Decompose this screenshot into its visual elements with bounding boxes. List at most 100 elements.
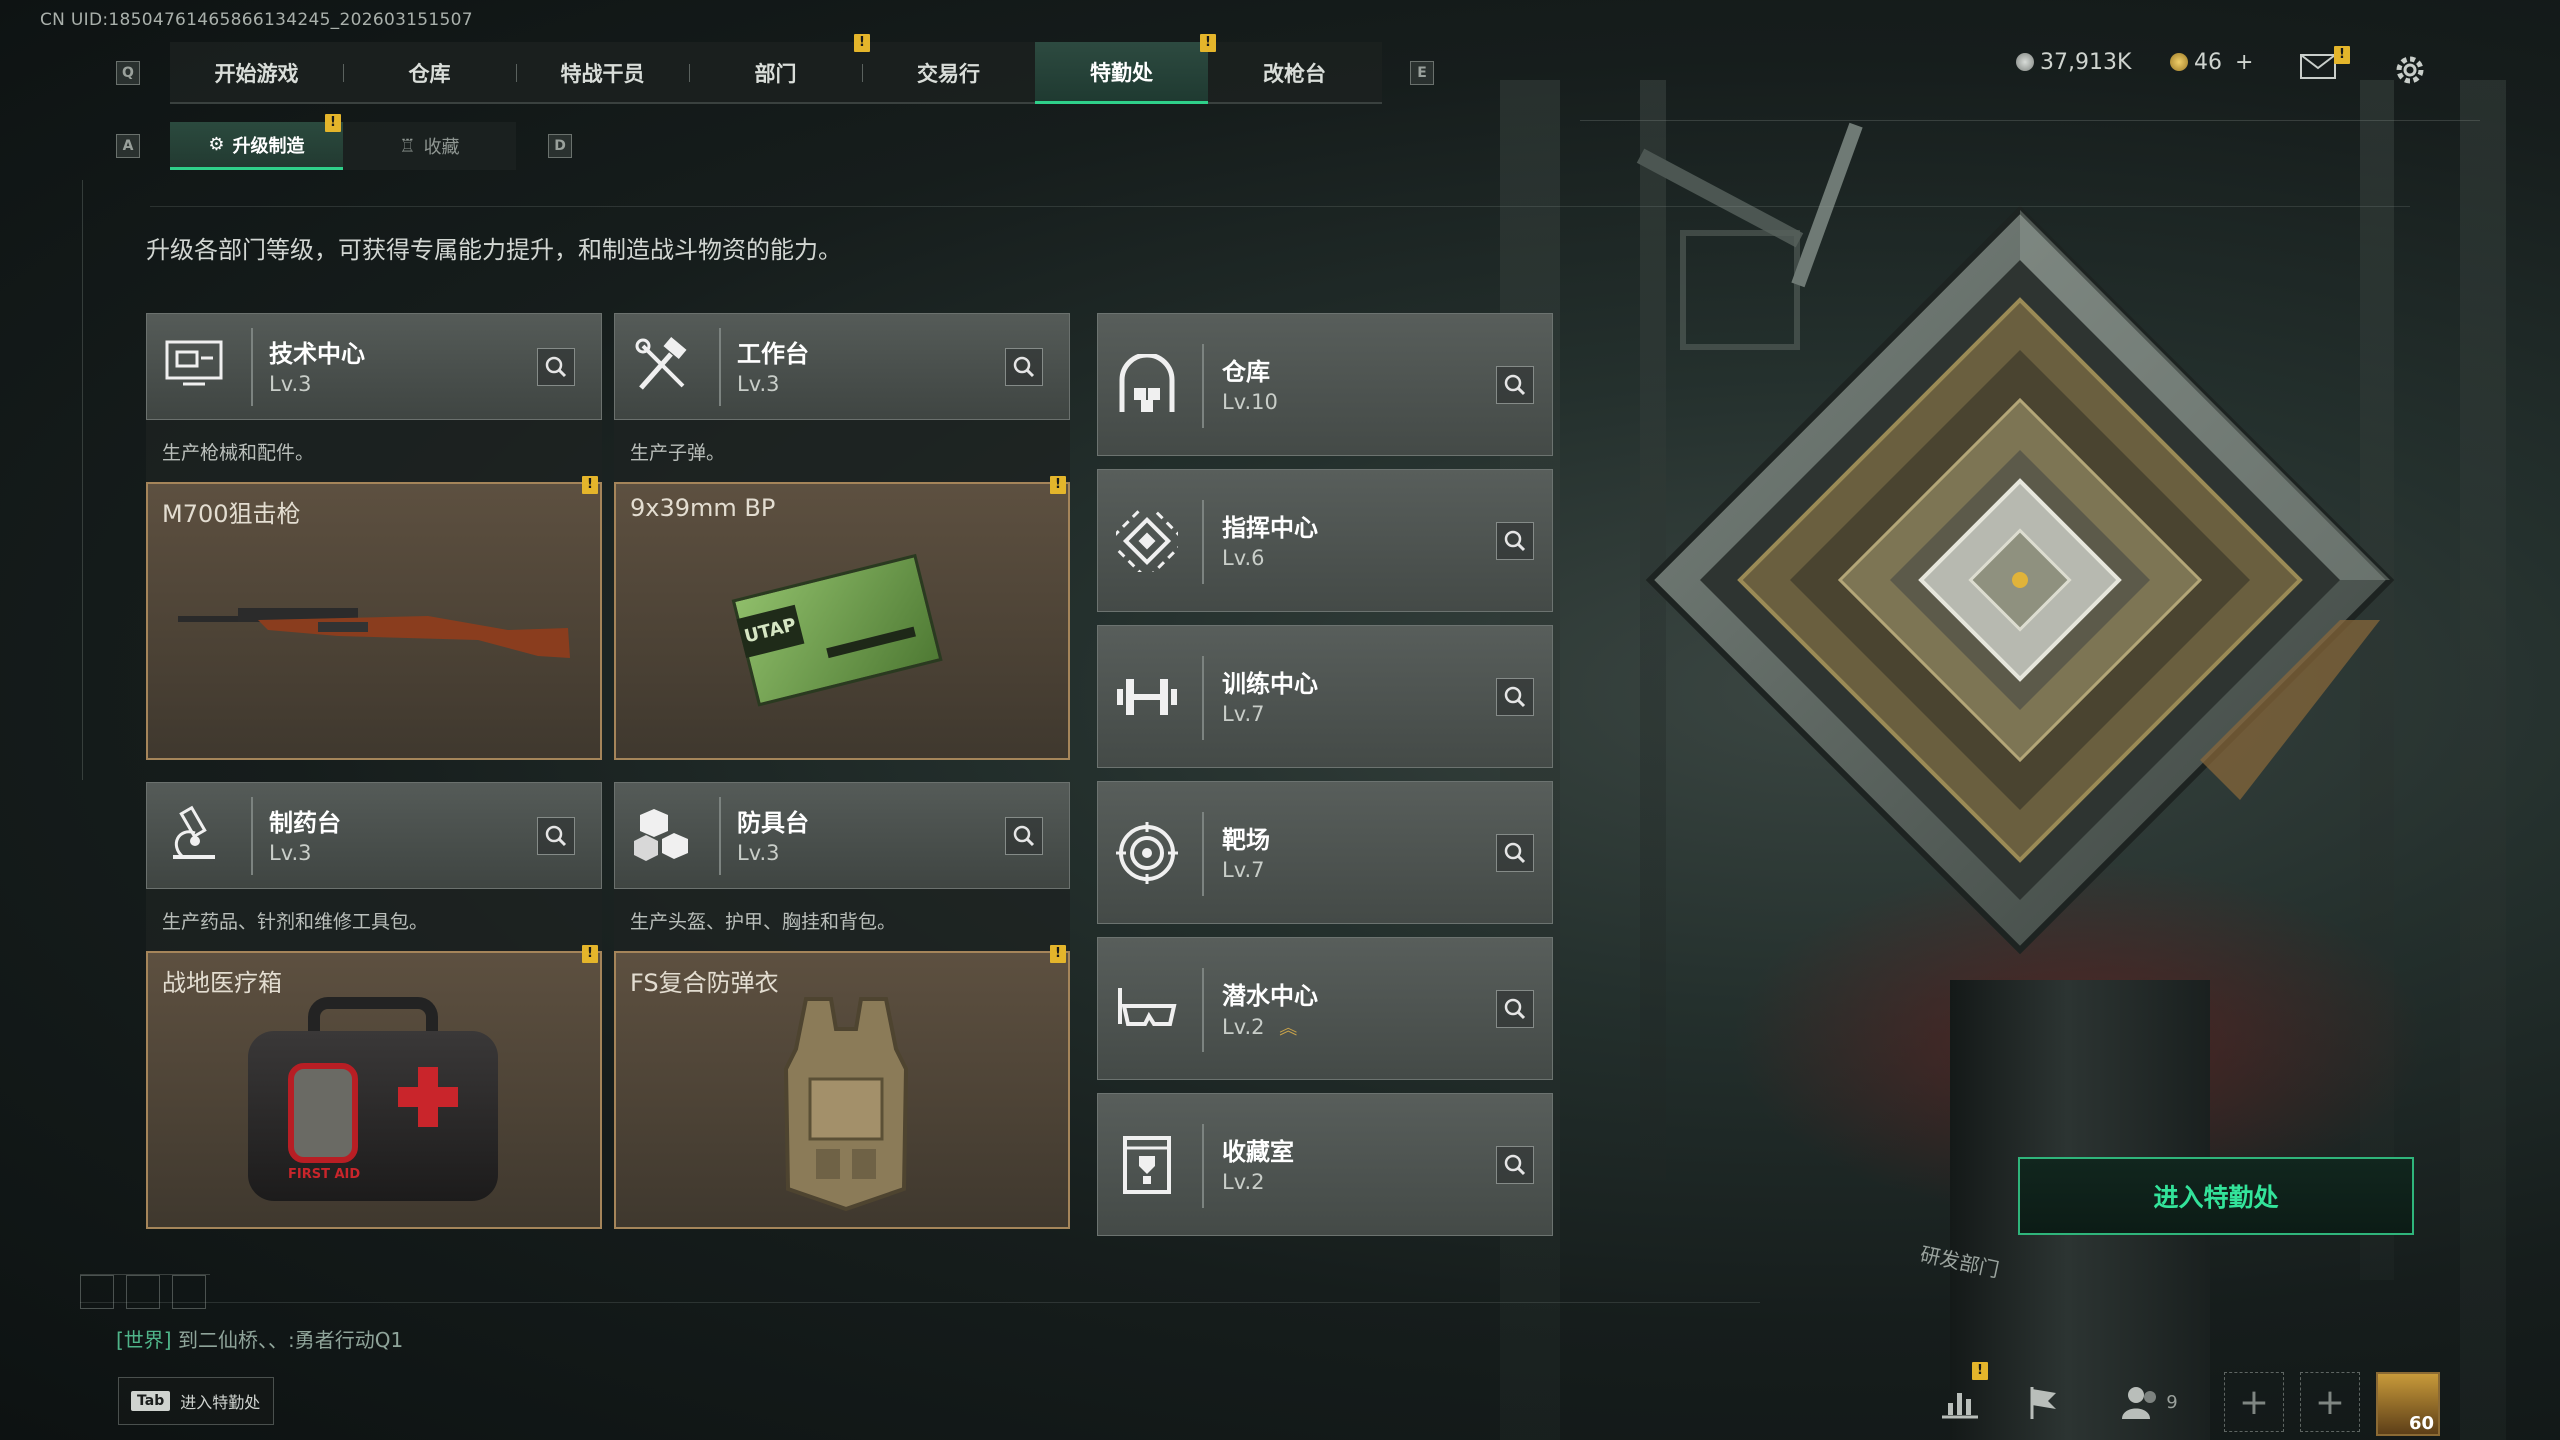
facility-scene: 研发部门: [1480, 80, 2560, 1440]
mail-icon[interactable]: !: [2300, 46, 2350, 80]
alert-badge: !: [1972, 1362, 1988, 1380]
quickslot-icon[interactable]: [126, 1275, 160, 1309]
main-nav: 开始游戏 仓库 特战干员 部门 ! 交易行 特勤处 ! 改枪台: [170, 34, 1382, 104]
alert-badge: !: [582, 945, 598, 963]
dept-name: 工作台: [737, 340, 809, 368]
dept-name: 潜水中心: [1222, 982, 1318, 1010]
dept-card-workbench[interactable]: 工作台 Lv.3 生产子弹。 9x39mm BP ! UTAP: [614, 313, 1070, 760]
search-icon[interactable]: [537, 817, 575, 855]
medkit-image: FIRST AID: [248, 997, 508, 1207]
tab-trading[interactable]: 交易行: [862, 42, 1035, 104]
chat-channel: [世界]: [116, 1328, 172, 1352]
target-icon: [1110, 816, 1184, 890]
item-name: FS复合防弹衣: [630, 969, 779, 997]
tab-departments[interactable]: 部门 !: [689, 34, 870, 104]
tab-start-game[interactable]: 开始游戏: [170, 42, 343, 104]
search-icon[interactable]: [537, 348, 575, 386]
chat-sender: 到二仙桥、、:: [177, 1328, 295, 1352]
dept-desc: 生产药品、针剂和维修工具包。: [146, 889, 602, 951]
boxes-icon: [627, 799, 697, 869]
bond-bar[interactable]: 46 +: [2170, 50, 2253, 75]
tab-warehouse[interactable]: 仓库: [343, 42, 516, 104]
craft-item-slot[interactable]: M700狙击枪 !: [146, 476, 602, 760]
dept-level: Lv.2 ︽: [1222, 1015, 1298, 1039]
add-teammate-button[interactable]: +: [2300, 1372, 2360, 1432]
add-teammate-button[interactable]: +: [2224, 1372, 2284, 1432]
subtab-bar: ⚙ 升级制造 ! ♖ 收藏: [170, 114, 516, 170]
stats-chart-icon[interactable]: !: [1930, 1362, 1990, 1432]
search-icon[interactable]: [1005, 817, 1043, 855]
dept-card-armor-bench[interactable]: 防具台 Lv.3 生产头盔、护甲、胸挂和背包。 FS复合防弹衣 !: [614, 782, 1070, 1229]
subtab-prev-key[interactable]: A: [116, 134, 140, 158]
user-uid: CN UID:18504761465866134245_202603151507: [40, 10, 473, 30]
bond-icon: [2170, 53, 2188, 71]
search-icon[interactable]: [1496, 522, 1534, 560]
craft-item-slot[interactable]: 战地医疗箱 ! FIRST AID: [146, 945, 602, 1229]
craft-item-slot[interactable]: 9x39mm BP ! UTAP: [614, 476, 1070, 760]
subtab-next-key[interactable]: D: [548, 134, 572, 158]
sniper-rifle-image: [178, 608, 570, 658]
dept-card-shooting-range[interactable]: 靶场 Lv.7: [1097, 781, 1553, 924]
dept-card-tech-center[interactable]: 技术中心 Lv.3 生产枪械和配件。 M700狙击枪 !: [146, 313, 602, 760]
dept-name: 指挥中心: [1222, 514, 1318, 542]
monitor-icon: [159, 330, 229, 400]
warehouse-icon: [1110, 348, 1184, 422]
settings-gear-icon[interactable]: [2392, 52, 2428, 88]
dept-level: Lv.7: [1222, 858, 1265, 882]
dept-level: Lv.3: [269, 841, 312, 865]
quickslot-icon[interactable]: [80, 1275, 114, 1309]
chat-message: 勇者行动Q1: [294, 1328, 404, 1352]
alert-badge: !: [2334, 46, 2350, 64]
enter-special-ops-button[interactable]: 进入特勤处: [2018, 1157, 2414, 1235]
goggles-icon: [1110, 972, 1184, 1046]
avatar[interactable]: 60: [2376, 1372, 2440, 1436]
dept-name: 技术中心: [269, 340, 365, 368]
coin-balance: 37,913K: [2040, 50, 2132, 75]
craft-item-slot[interactable]: FS复合防弹衣 !: [614, 945, 1070, 1229]
search-icon[interactable]: [1496, 834, 1534, 872]
quickslot-icon[interactable]: [172, 1275, 206, 1309]
tab-enter-hint[interactable]: Tab 进入特勤处: [118, 1377, 274, 1425]
alert-badge: !: [325, 114, 341, 132]
plus-icon: +: [2314, 1381, 2346, 1423]
search-icon[interactable]: [1496, 678, 1534, 716]
subtab-upgrade-craft[interactable]: ⚙ 升级制造 !: [170, 114, 343, 170]
dept-desc: 生产头盔、护甲、胸挂和背包。: [614, 889, 1070, 951]
dept-card-command-center[interactable]: 指挥中心 Lv.6: [1097, 469, 1553, 612]
dept-card-diving-center[interactable]: 潜水中心 Lv.2 ︽: [1097, 937, 1553, 1080]
world-chat-line[interactable]: [世界] 到二仙桥、、:勇者行动Q1: [116, 1324, 403, 1353]
dept-desc: 生产枪械和配件。: [146, 420, 602, 482]
dept-name: 仓库: [1222, 358, 1270, 386]
dept-card-pharmacy[interactable]: 制药台 Lv.3 生产药品、针剂和维修工具包。 战地医疗箱 ! FIRST AI…: [146, 782, 602, 1229]
currency-bar: 37,913K: [2016, 50, 2131, 75]
dept-card-collection-room[interactable]: 收藏室 Lv.2: [1097, 1093, 1553, 1236]
dept-card-training-center[interactable]: 训练中心 Lv.7: [1097, 625, 1553, 768]
search-icon[interactable]: [1496, 366, 1534, 404]
trophy-case-icon: [1110, 1128, 1184, 1202]
friends-icon[interactable]: 9: [2110, 1372, 2190, 1432]
tab-gunsmith[interactable]: 改枪台: [1208, 42, 1381, 104]
coin-icon: [2016, 53, 2034, 71]
plus-icon: +: [2238, 1381, 2270, 1423]
alert-badge: !: [1050, 476, 1066, 494]
dept-level: Lv.3: [737, 841, 780, 865]
tab-special-ops[interactable]: 特勤处 !: [1035, 34, 1216, 104]
upgrade-chevron-icon: ︽: [1279, 1018, 1298, 1039]
gear-hand-icon: ⚙: [208, 134, 225, 155]
tab-operators[interactable]: 特战干员: [516, 42, 689, 104]
dept-level: Lv.6: [1222, 546, 1265, 570]
ammo-box-image: UTAP: [727, 532, 957, 726]
search-icon[interactable]: [1496, 990, 1534, 1028]
item-name: M700狙击枪: [162, 500, 301, 528]
search-icon[interactable]: [1005, 348, 1043, 386]
flag-icon[interactable]: [2014, 1372, 2074, 1432]
dept-level: Lv.10: [1222, 390, 1278, 414]
search-icon[interactable]: [1496, 1146, 1534, 1184]
dept-name: 收藏室: [1222, 1138, 1294, 1166]
dept-name: 训练中心: [1222, 670, 1318, 698]
nav-prev-key[interactable]: Q: [116, 61, 140, 85]
add-bonds-button[interactable]: +: [2235, 50, 2253, 75]
dept-card-warehouse[interactable]: 仓库 Lv.10: [1097, 313, 1553, 456]
nav-next-key[interactable]: E: [1410, 61, 1434, 85]
subtab-collection[interactable]: ♖ 收藏: [343, 122, 516, 170]
